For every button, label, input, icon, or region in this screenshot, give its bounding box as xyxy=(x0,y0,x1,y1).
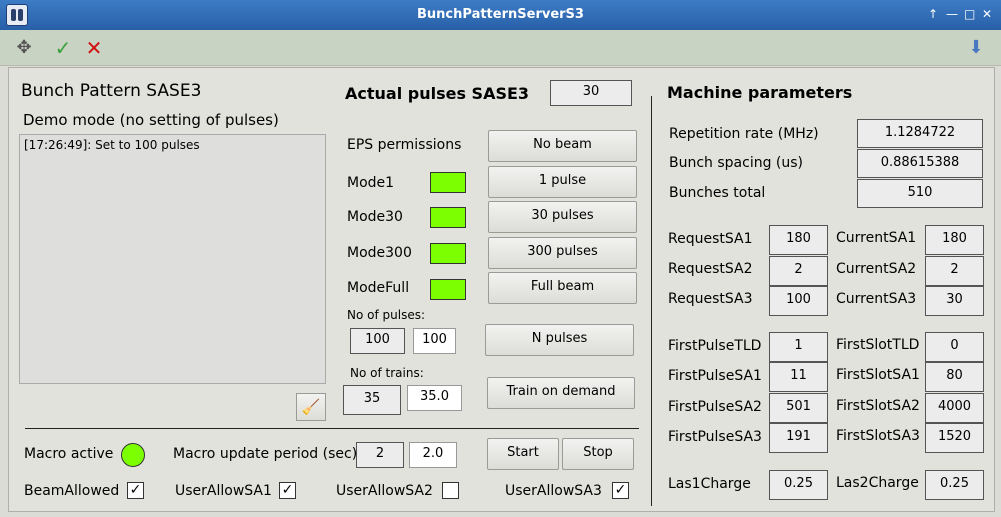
las2-charge-label: Las2Charge xyxy=(836,475,919,491)
minimize-icon[interactable]: — xyxy=(946,7,958,21)
current-sa2-label: CurrentSA2 xyxy=(836,261,917,277)
mode1-indicator xyxy=(430,172,466,193)
log-entry: [17:26:49]: Set to 100 pulses xyxy=(24,138,200,152)
repetition-rate-label: Repetition rate (MHz) xyxy=(669,126,819,142)
first-slot-sa3-label: FirstSlotSA3 xyxy=(836,428,920,444)
current-sa1-value: 180 xyxy=(925,225,984,255)
user-allow-sa1-checkbox[interactable]: ✓ xyxy=(279,482,296,499)
first-pulse-sa1-value: 11 xyxy=(769,362,828,392)
first-slot-sa2-label: FirstSlotSA2 xyxy=(836,398,920,414)
request-sa2-label: RequestSA2 xyxy=(668,261,753,277)
first-slot-sa1-label: FirstSlotSA1 xyxy=(836,367,920,383)
request-sa1-label: RequestSA1 xyxy=(668,231,753,247)
stop-button[interactable]: Stop xyxy=(562,438,634,470)
current-sa2-value: 2 xyxy=(925,256,984,286)
section-title-bunch-pattern: Bunch Pattern SASE3 xyxy=(21,81,202,101)
main-panel: Bunch Pattern SASE3 Demo mode (no settin… xyxy=(8,67,995,512)
macro-active-label: Macro active xyxy=(24,446,114,462)
mode300-label: Mode300 xyxy=(347,245,412,261)
actual-pulses-value: 30 xyxy=(550,80,632,106)
las1-charge-value: 0.25 xyxy=(769,470,828,500)
n-pulses-value: 100 xyxy=(350,328,405,354)
train-on-demand-button[interactable]: Train on demand xyxy=(487,377,635,409)
user-allow-sa2-checkbox[interactable] xyxy=(442,482,459,499)
broom-icon: 🧹 xyxy=(301,398,321,416)
n-pulses-button[interactable]: N pulses xyxy=(485,324,634,356)
mode-status: Demo mode (no setting of pulses) xyxy=(23,111,279,129)
bunches-total-label: Bunches total xyxy=(669,185,766,201)
n-trains-value: 35 xyxy=(343,385,401,415)
keep-above-icon[interactable]: ↑ xyxy=(928,7,938,21)
user-allow-sa1-label: UserAllowSA1 xyxy=(175,483,272,499)
user-allow-sa2-label: UserAllowSA2 xyxy=(336,483,433,499)
maximize-icon[interactable]: □ xyxy=(964,7,975,21)
first-pulse-sa2-label: FirstPulseSA2 xyxy=(668,399,762,415)
move-icon[interactable]: ✥ xyxy=(12,36,36,60)
request-sa1-value: 180 xyxy=(769,225,828,255)
current-sa1-label: CurrentSA1 xyxy=(836,230,917,246)
mode1-label: Mode1 xyxy=(347,175,395,191)
title-bar: BunchPatternServerS3 ↑ — □ ✕ xyxy=(0,0,1001,30)
macro-period-value: 2 xyxy=(356,442,404,468)
first-pulse-sa3-label: FirstPulseSA3 xyxy=(668,429,762,445)
close-icon[interactable]: ✕ xyxy=(982,7,992,21)
first-slot-sa2-value: 4000 xyxy=(925,393,984,423)
first-pulse-sa2-value: 501 xyxy=(769,393,828,423)
n-pulses-input[interactable]: 100 xyxy=(413,328,456,354)
beam-allowed-label: BeamAllowed xyxy=(24,483,120,499)
window-title: BunchPatternServerS3 xyxy=(417,7,584,22)
current-sa3-value: 30 xyxy=(925,286,984,316)
first-pulse-sa3-value: 191 xyxy=(769,423,828,453)
macro-period-label: Macro update period (sec) xyxy=(173,446,358,462)
bunch-spacing-value: 0.88615388 xyxy=(857,149,983,178)
request-sa3-value: 100 xyxy=(769,286,828,316)
download-arrow-icon[interactable]: ⬇ xyxy=(964,36,988,60)
request-sa2-value: 2 xyxy=(769,256,828,286)
n-trains-input[interactable]: 35.0 xyxy=(407,385,462,411)
mode300-indicator xyxy=(430,243,466,264)
one-pulse-button[interactable]: 1 pulse xyxy=(488,166,637,198)
check-icon[interactable]: ✓ xyxy=(51,36,75,60)
first-slot-sa3-value: 1520 xyxy=(925,423,984,453)
full-beam-button[interactable]: Full beam xyxy=(488,272,637,304)
mode30-indicator xyxy=(430,207,466,228)
modefull-label: ModeFull xyxy=(347,280,410,296)
first-pulse-sa1-label: FirstPulseSA1 xyxy=(668,368,762,384)
repetition-rate-value: 1.1284722 xyxy=(857,119,983,148)
first-slot-tld-value: 0 xyxy=(925,332,984,362)
log-area[interactable]: [17:26:49]: Set to 100 pulses xyxy=(19,134,326,384)
user-allow-sa3-label: UserAllowSA3 xyxy=(505,483,602,499)
first-slot-tld-label: FirstSlotTLD xyxy=(836,337,920,353)
cross-icon[interactable]: ✕ xyxy=(82,36,106,60)
first-pulse-tld-label: FirstPulseTLD xyxy=(668,338,762,354)
user-allow-sa3-checkbox[interactable]: ✓ xyxy=(612,482,629,499)
current-sa3-label: CurrentSA3 xyxy=(836,291,917,307)
first-slot-sa1-value: 80 xyxy=(925,362,984,392)
no-beam-button[interactable]: No beam xyxy=(488,130,637,162)
section-title-actual-pulses: Actual pulses SASE3 xyxy=(345,84,530,103)
mode30-label: Mode30 xyxy=(347,209,403,225)
toolbar: ✥ ✓ ✕ ⬇ xyxy=(0,30,1001,66)
start-button[interactable]: Start xyxy=(487,438,559,470)
bunches-total-value: 510 xyxy=(857,179,983,208)
horizontal-separator xyxy=(25,428,639,429)
vertical-separator xyxy=(651,96,652,506)
n-pulses-label: No of pulses: xyxy=(347,308,425,322)
clear-log-button[interactable]: 🧹 xyxy=(296,393,326,421)
macro-active-indicator xyxy=(121,443,145,467)
las1-charge-label: Las1Charge xyxy=(668,476,751,492)
beam-allowed-checkbox[interactable]: ✓ xyxy=(127,482,144,499)
modefull-indicator xyxy=(430,279,466,300)
eps-permissions-label: EPS permissions xyxy=(347,137,462,153)
three-hundred-pulses-button[interactable]: 300 pulses xyxy=(488,237,637,269)
bunch-spacing-label: Bunch spacing (us) xyxy=(669,155,804,171)
first-pulse-tld-value: 1 xyxy=(769,332,828,362)
n-trains-label: No of trains: xyxy=(350,366,424,380)
las2-charge-value: 0.25 xyxy=(925,470,984,500)
macro-period-input[interactable]: 2.0 xyxy=(409,442,457,468)
section-title-machine-parameters: Machine parameters xyxy=(667,83,853,102)
thirty-pulses-button[interactable]: 30 pulses xyxy=(488,201,637,233)
request-sa3-label: RequestSA3 xyxy=(668,291,753,307)
